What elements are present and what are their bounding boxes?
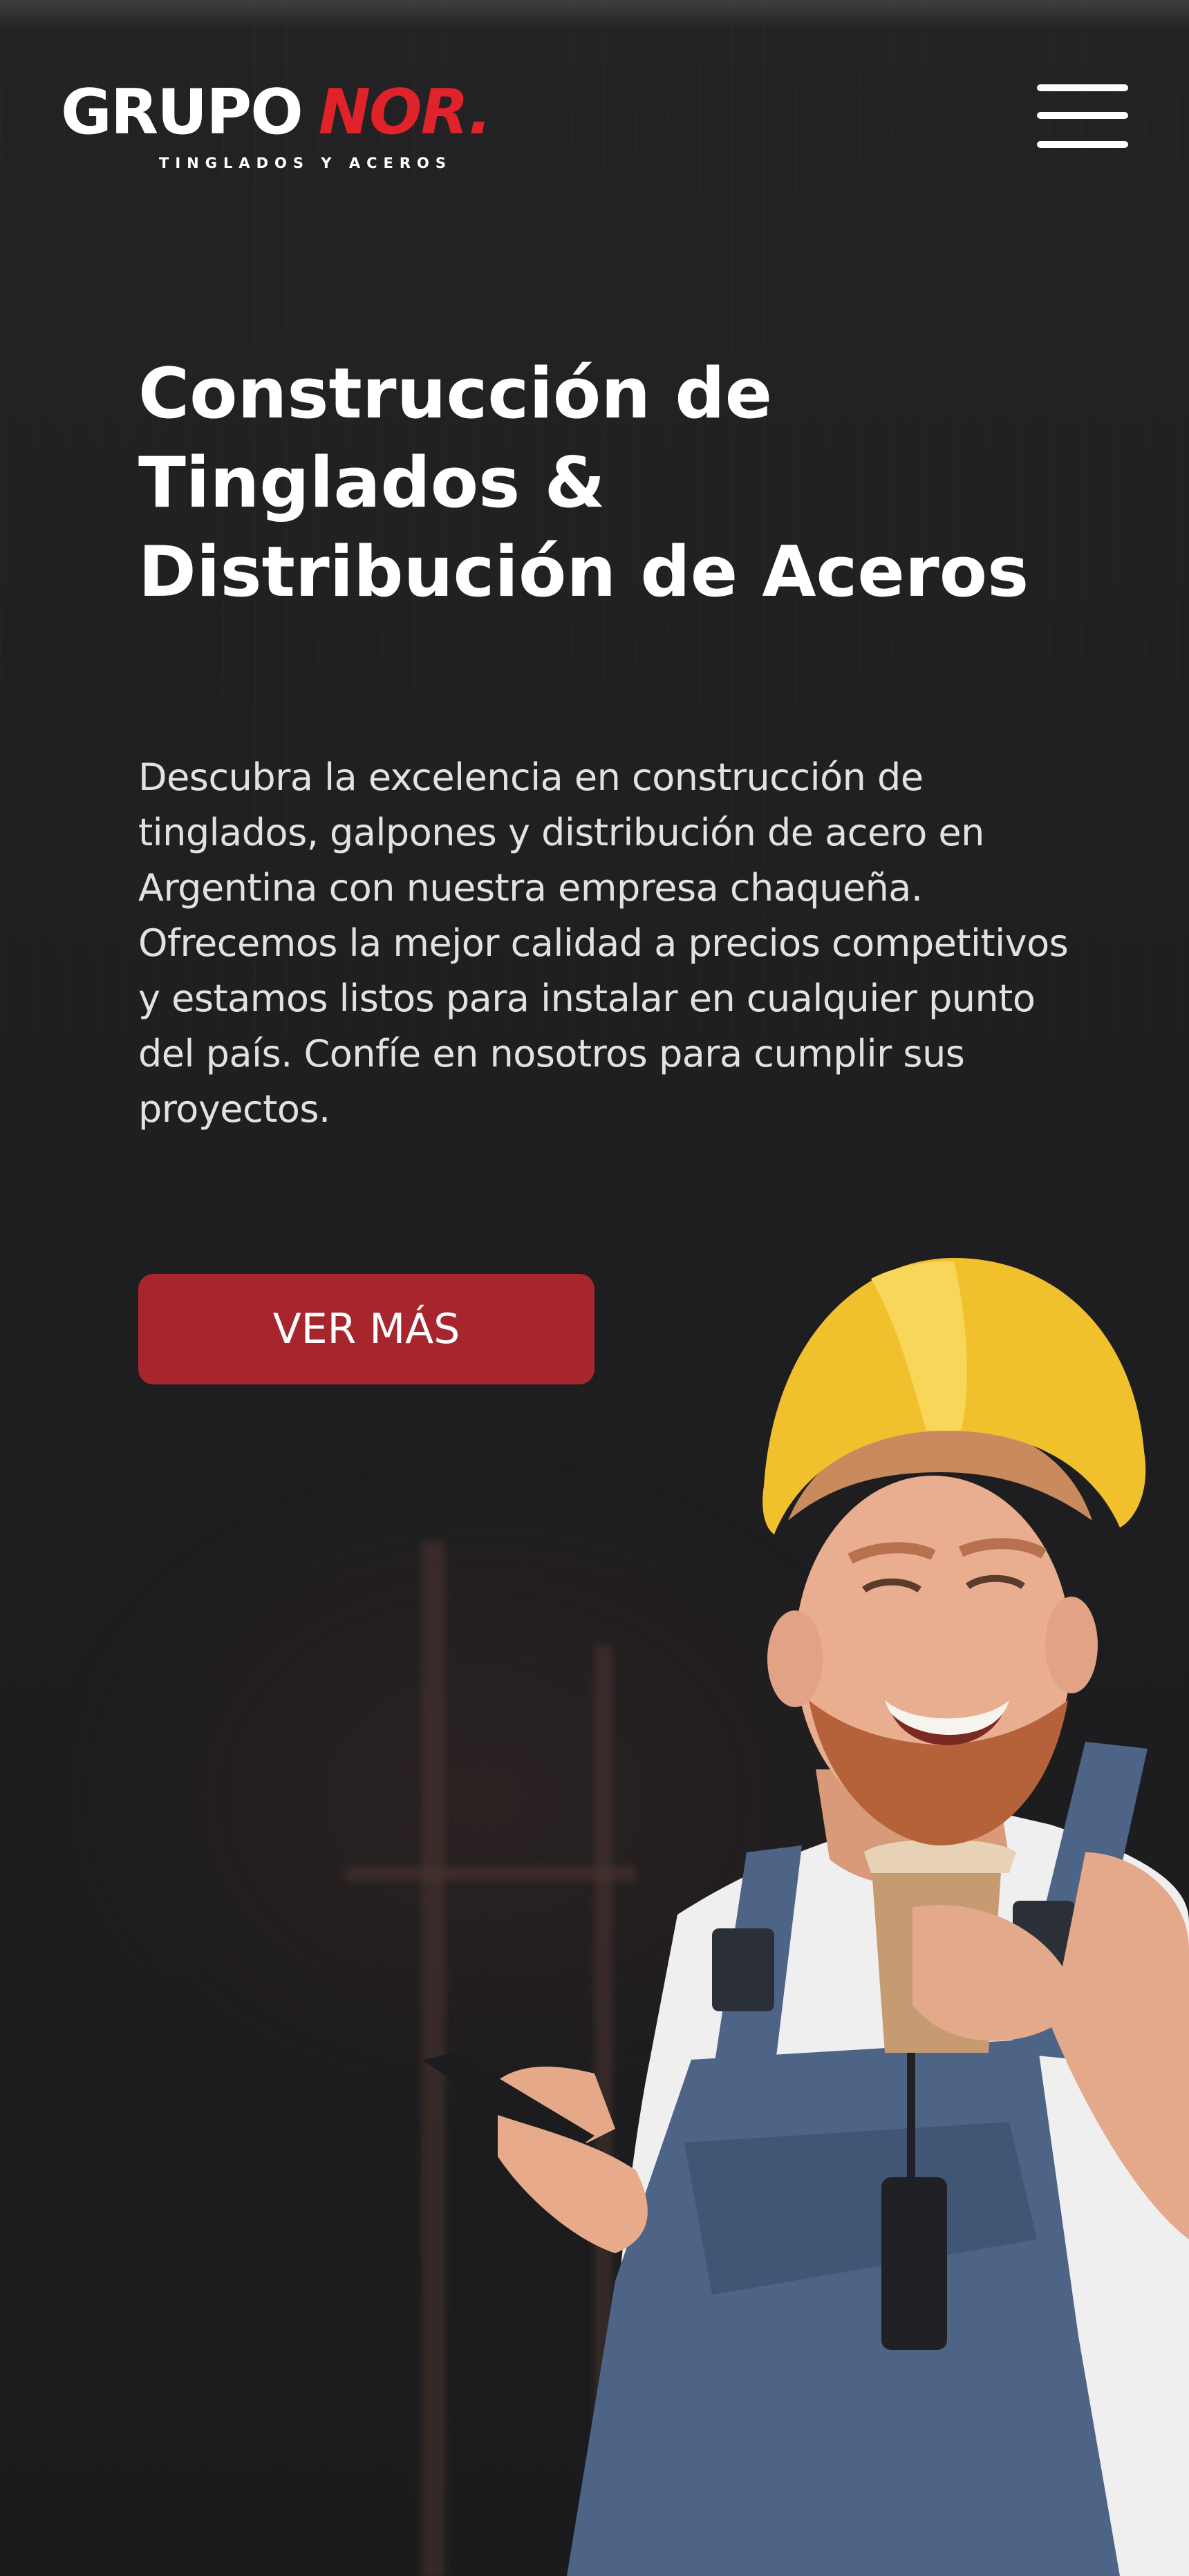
logo-tagline: TINGLADOS Y ACEROS (159, 155, 452, 171)
hero-title: Construcción de Tinglados & Distribución… (138, 352, 1029, 612)
logo-accent-text: NOR. (318, 76, 492, 149)
menu-bar (1037, 112, 1128, 119)
landing-page: GRUPO NOR. TINGLADOS Y ACEROS Construcció… (0, 0, 1189, 2576)
construction-worker-image (422, 1258, 1189, 2576)
logo-primary-text: GRUPO (61, 76, 303, 149)
brand-logo[interactable]: GRUPO NOR. TINGLADOS Y ACEROS (61, 82, 531, 178)
hamburger-menu-icon[interactable] (1037, 83, 1128, 149)
menu-bar (1037, 141, 1128, 148)
logo-wordmark: GRUPO NOR. (61, 82, 492, 144)
menu-bar (1037, 84, 1128, 91)
top-shadow (0, 0, 1189, 28)
hero-description: Descubra la excelencia en construcción d… (138, 755, 1069, 1131)
